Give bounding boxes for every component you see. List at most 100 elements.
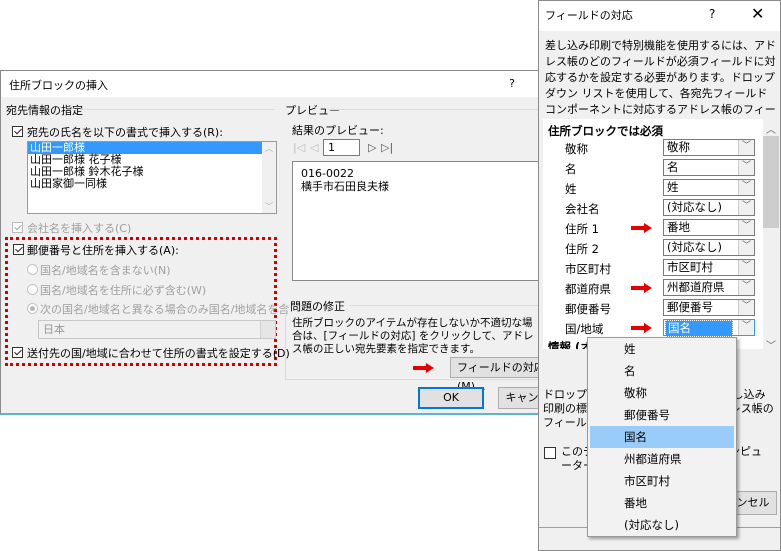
help-button[interactable]: ? — [709, 7, 715, 21]
dialog-title: 住所ブロックの挿入 — [9, 79, 108, 92]
field-select[interactable]: 市区町村 ﹀ — [663, 259, 755, 276]
preview-result-label: 結果のプレビュー: — [292, 124, 384, 137]
format-by-country-checkbox[interactable] — [12, 347, 23, 358]
annotation-arrow — [631, 223, 653, 233]
next-record-icon[interactable]: ▷ — [368, 141, 376, 154]
chevron-down-icon[interactable] — [260, 321, 275, 338]
title-bar: 住所ブロックの挿入 ? — [1, 71, 539, 97]
remember-mapping-checkbox[interactable] — [544, 447, 556, 459]
conditional-country-radio[interactable] — [27, 303, 38, 314]
dropdown-option[interactable]: 郵便番号 — [590, 404, 734, 426]
field-select[interactable]: 敬称 ﹀ — [663, 139, 755, 156]
dropdown-option[interactable]: 市区町村 — [590, 470, 734, 492]
fix-description: 住所ブロックのアイテムが存在しないか不適切な場合は、[フィールドの対応] をクリ… — [292, 317, 534, 355]
field-value: 番地 — [667, 220, 690, 234]
name-format-list[interactable]: 山田一郎様 山田一郎様 花子様 山田一郎様 鈴木花子様 山田家御一同様 ︿ ﹀ — [27, 141, 277, 214]
field-label: 市区町村 — [565, 262, 611, 276]
annotation-arrow — [631, 323, 653, 333]
scrollbar-thumb[interactable] — [763, 136, 779, 228]
help-button[interactable]: ? — [509, 77, 515, 90]
close-icon[interactable]: ✕ — [751, 4, 764, 23]
field-select[interactable]: (対応なし) ﹀ — [663, 199, 755, 216]
field-value: 敬称 — [667, 140, 690, 154]
chevron-down-icon[interactable]: ﹀ — [738, 300, 754, 315]
field-label: 住所 2 — [565, 242, 599, 256]
field-panel-scrollbar[interactable]: ︿ ﹀ — [763, 119, 779, 352]
dropdown-option[interactable]: 敬称 — [590, 382, 734, 404]
conditional-country-label: 次の国名/地域名と異なる場合のみ国名/地域名を含む(O): — [40, 303, 322, 316]
name-format-item[interactable]: 山田家御一同様 — [28, 178, 276, 190]
list-scrollbar[interactable]: ︿ ﹀ — [262, 142, 276, 213]
record-number-input[interactable]: 1 — [323, 139, 360, 156]
field-value: 名 — [667, 160, 679, 174]
exclude-country-radio[interactable] — [27, 264, 38, 275]
field-select[interactable]: 名 ﹀ — [663, 159, 755, 176]
country-select[interactable]: 日本 — [38, 320, 276, 339]
chevron-down-icon[interactable]: ﹀ — [738, 140, 754, 155]
preview-box: 016-0022 横手市石田良夫様 — [292, 161, 552, 281]
field-label: 郵便番号 — [565, 302, 611, 316]
recipient-group-title: 宛先情報の指定 — [6, 102, 87, 118]
title-bar: フィールドの対応 ? ✕ — [539, 1, 780, 31]
field-select[interactable]: 郵便番号 ﹀ — [663, 299, 755, 316]
field-select[interactable]: 姓 ﹀ — [663, 179, 755, 196]
chevron-down-icon[interactable]: ﹀ — [738, 260, 754, 275]
field-label: 敬称 — [565, 142, 588, 156]
fix-group-title: 問題の修正 — [290, 298, 349, 314]
dropdown-option[interactable]: (対応なし) — [590, 514, 734, 536]
insert-company-checkbox[interactable] — [12, 222, 23, 233]
prev-record-icon[interactable]: ◁ — [310, 141, 318, 154]
ok-button[interactable]: OK — [418, 387, 484, 409]
field-value: 国名 — [665, 320, 733, 337]
field-value: 姓 — [667, 180, 679, 194]
chevron-down-icon[interactable]: ﹀ — [738, 280, 754, 295]
insert-postal-checkbox[interactable] — [13, 244, 24, 255]
format-by-country-label: 送付先の国/地域に合わせて住所の書式を設定する(D) — [27, 347, 290, 360]
exclude-country-label: 国名/地域名を含まない(N) — [40, 264, 171, 277]
chevron-down-icon[interactable]: ﹀ — [738, 200, 754, 215]
field-dropdown-list[interactable]: 姓 名 敬称 郵便番号 国名 州都道府県 市区町村 番地 (対応なし) — [587, 337, 737, 537]
dropdown-option-selected[interactable]: 国名 — [590, 426, 734, 448]
chevron-down-icon[interactable]: ﹀ — [738, 320, 754, 335]
insert-name-label: 宛先の氏名を以下の書式で挿入する(R): — [27, 126, 223, 139]
preview-group-title: プレビュー — [285, 102, 344, 118]
field-value: 市区町村 — [667, 260, 713, 274]
field-select[interactable]: (対応なし) ﹀ — [663, 239, 755, 256]
field-label: 国/地域 — [565, 322, 604, 336]
insert-name-checkbox[interactable] — [12, 126, 23, 137]
chevron-down-icon[interactable]: ﹀ — [738, 240, 754, 255]
dropdown-option[interactable]: 州都道府県 — [590, 448, 734, 470]
field-value: (対応なし) — [667, 200, 722, 214]
field-value: (対応なし) — [667, 240, 722, 254]
scroll-up-icon[interactable]: ︿ — [766, 121, 776, 136]
scroll-down-icon[interactable]: ﹀ — [766, 337, 776, 352]
country-value: 日本 — [43, 323, 65, 336]
annotation-arrow — [413, 363, 435, 373]
dialog-title: フィールドの対応 — [545, 9, 633, 22]
preview-line: 横手市石田良夫様 — [301, 180, 389, 193]
match-fields-button[interactable]: フィールドの対応(M)... — [450, 357, 550, 393]
chevron-down-icon[interactable]: ﹀ — [738, 160, 754, 175]
chevron-down-icon[interactable]: ﹀ — [738, 220, 754, 235]
dropdown-option[interactable]: 名 — [590, 360, 734, 382]
field-label: 住所 1 — [565, 222, 599, 236]
first-record-icon[interactable]: |◁ — [293, 141, 305, 154]
field-select[interactable]: 州都道府県 ﹀ — [663, 279, 755, 296]
scroll-up-icon[interactable]: ︿ — [265, 143, 273, 154]
annotation-arrow — [631, 283, 653, 293]
preview-line: 016-0022 — [301, 167, 354, 180]
dropdown-option[interactable]: 番地 — [590, 492, 734, 514]
insert-postal-label: 郵便番号と住所を挿入する(A): — [27, 244, 179, 257]
last-record-icon[interactable]: ▷| — [381, 141, 393, 154]
field-value: 州都道府県 — [667, 280, 725, 294]
required-section-title: 住所ブロックでは必須 — [548, 124, 663, 138]
field-select[interactable]: 番地 ﹀ — [663, 219, 755, 236]
always-country-radio[interactable] — [27, 284, 38, 295]
scroll-down-icon[interactable]: ﹀ — [265, 201, 273, 212]
country-field-select[interactable]: 国名 ﹀ — [663, 319, 755, 337]
insert-company-label: 会社名を挿入する(C) — [27, 222, 132, 235]
field-label: 姓 — [565, 182, 577, 196]
chevron-down-icon[interactable]: ﹀ — [738, 180, 754, 195]
group-divider — [80, 109, 275, 110]
dropdown-option[interactable]: 姓 — [590, 338, 734, 360]
